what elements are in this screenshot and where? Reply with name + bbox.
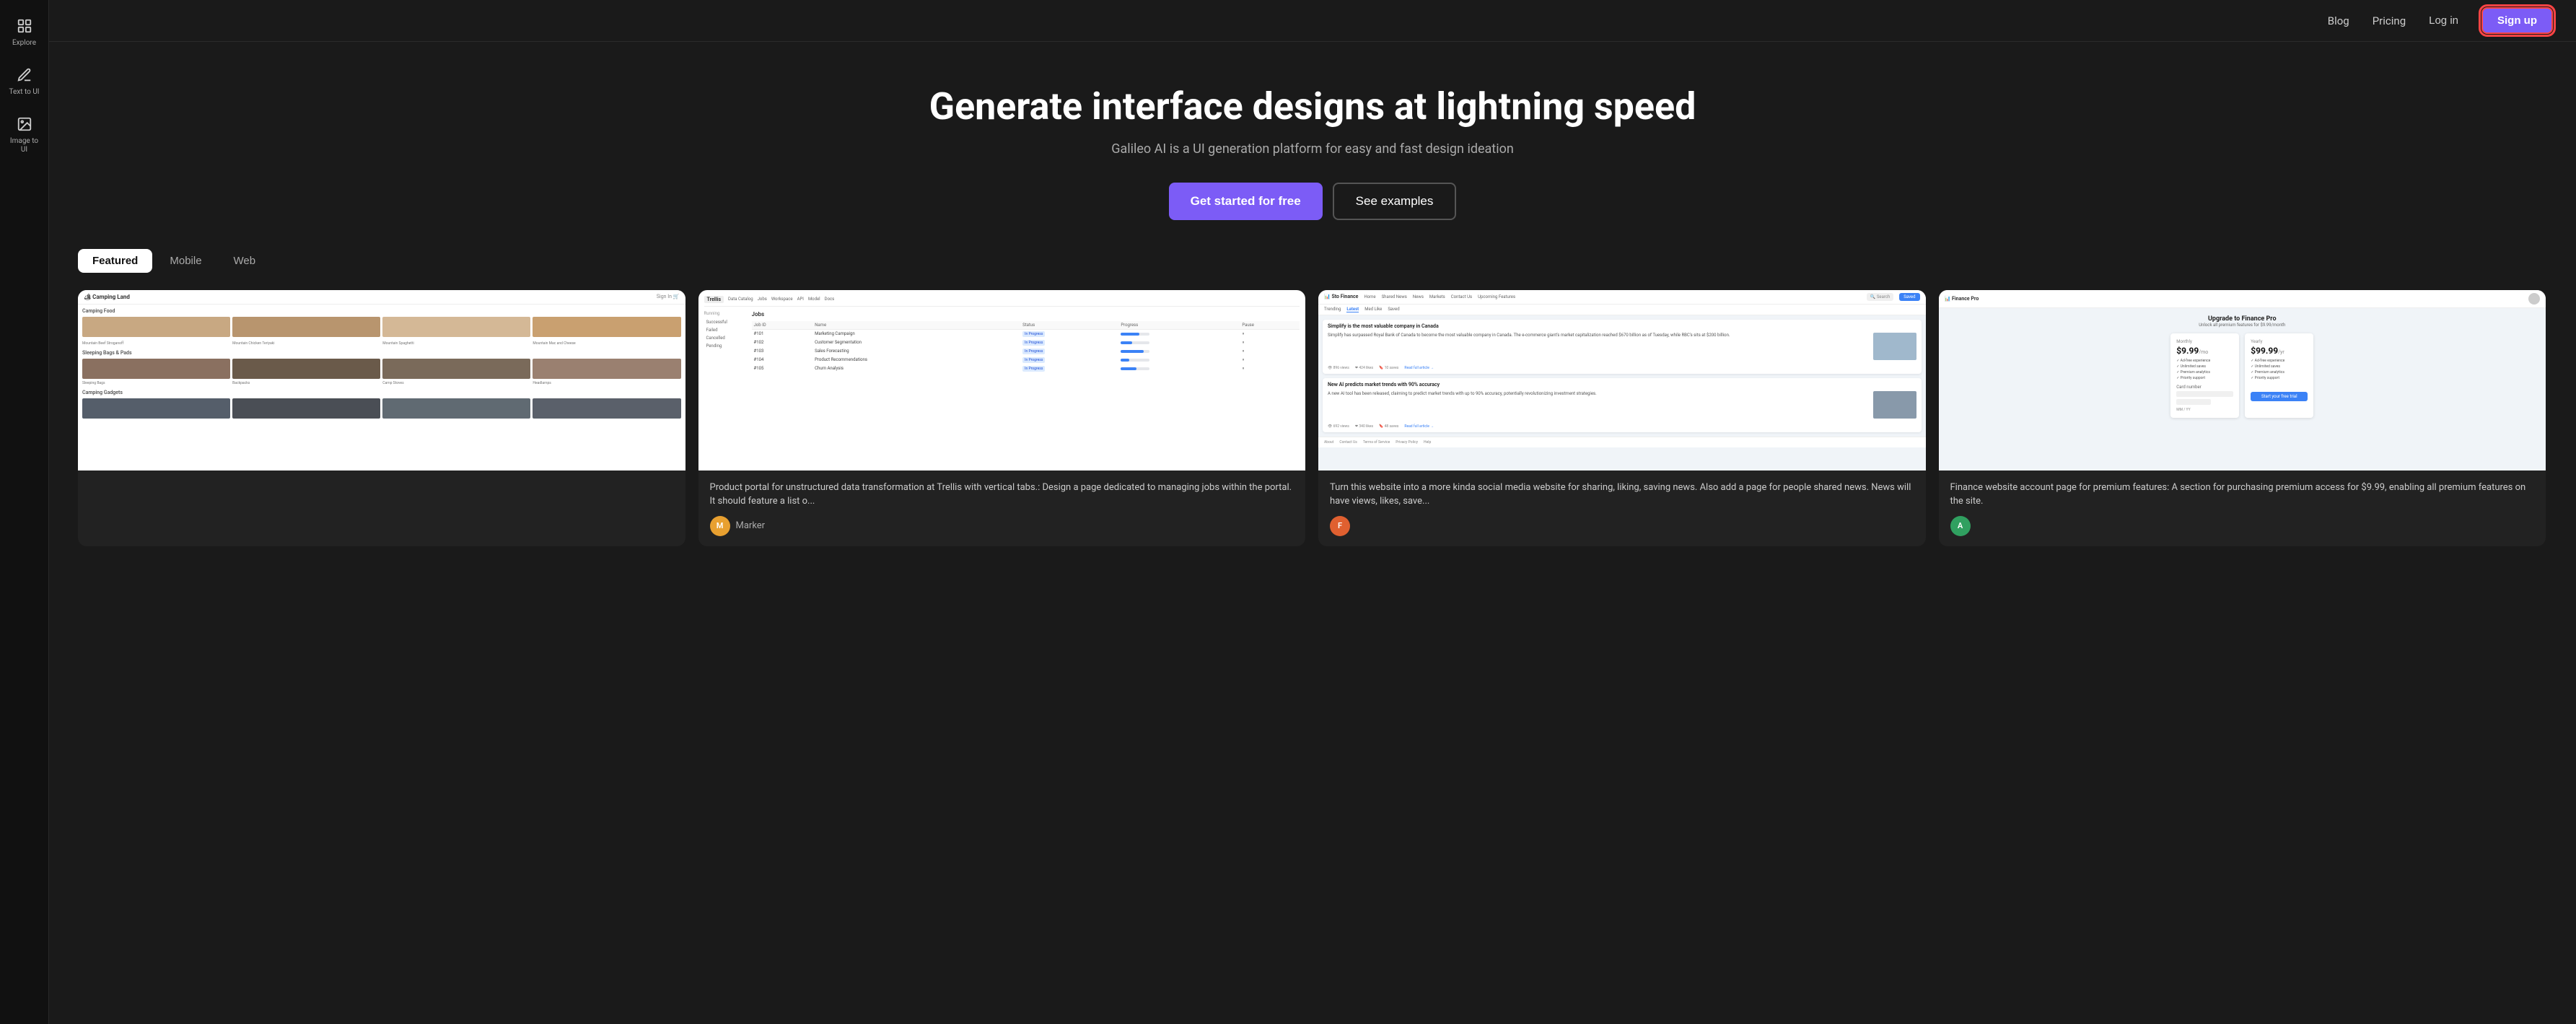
card-preview-jobs: Trellis Data Catalog Jobs Workspace API … — [698, 290, 1306, 471]
tab-web[interactable]: Web — [219, 249, 271, 273]
tab-featured[interactable]: Featured — [78, 249, 152, 273]
sidebar: Explore Text to UI Image to UI — [0, 0, 49, 1024]
card-finance-pro-desc: Finance website account page for premium… — [1950, 481, 2535, 509]
main-content: Generate interface designs at lightning … — [49, 0, 2576, 575]
cards-grid: 🏕 Camping Land Sign In 🛒 Camping Food Mo… — [49, 290, 2576, 575]
sidebar-item-image-to-ui-label: Image to UI — [7, 137, 42, 154]
sidebar-item-text-to-ui-label: Text to UI — [9, 88, 39, 97]
explore-icon — [14, 16, 35, 36]
card-jobs-desc: Product portal for unstructured data tra… — [710, 481, 1294, 509]
sidebar-item-image-to-ui[interactable]: Image to UI — [3, 107, 46, 162]
hero-title: Generate interface designs at lightning … — [78, 85, 2547, 128]
card-jobs[interactable]: Trellis Data Catalog Jobs Workspace API … — [698, 290, 1306, 546]
card-finance-news-avatar: F — [1330, 516, 1350, 536]
card-preview-finance-pro: 📊 Finance Pro Upgrade to Finance Pro Unl… — [1939, 290, 2546, 471]
card-finance-news-desc: Turn this website into a more kinda soci… — [1330, 481, 1914, 509]
sidebar-item-text-to-ui[interactable]: Text to UI — [3, 58, 46, 104]
tab-mobile[interactable]: Mobile — [155, 249, 216, 273]
card-preview-camping: 🏕 Camping Land Sign In 🛒 Camping Food Mo… — [78, 290, 685, 471]
pricing-link[interactable]: Pricing — [2373, 14, 2406, 27]
card-finance-pro-avatar: A — [1950, 516, 1971, 536]
card-camping[interactable]: 🏕 Camping Land Sign In 🛒 Camping Food Mo… — [78, 290, 685, 546]
card-jobs-body: Product portal for unstructured data tra… — [698, 471, 1306, 546]
signup-button[interactable]: Sign up — [2481, 7, 2553, 34]
topnav: Blog Pricing Log in Sign up — [49, 0, 2576, 42]
sidebar-item-explore[interactable]: Explore — [3, 9, 46, 55]
card-finance-news-author: F — [1330, 516, 1914, 536]
hero-buttons: Get started for free See examples — [78, 183, 2547, 220]
card-finance-news[interactable]: 📊 Sto Finance Home Shared News News Mark… — [1318, 290, 1926, 546]
blog-link[interactable]: Blog — [2328, 14, 2349, 27]
card-jobs-author-name: Marker — [736, 520, 766, 531]
login-button[interactable]: Log in — [2429, 14, 2458, 27]
hero-section: Generate interface designs at lightning … — [49, 42, 2576, 249]
card-camping-body — [78, 471, 685, 491]
card-finance-pro[interactable]: 📊 Finance Pro Upgrade to Finance Pro Unl… — [1939, 290, 2546, 546]
text-to-ui-icon — [14, 65, 35, 85]
card-jobs-avatar: M — [710, 516, 730, 536]
see-examples-button[interactable]: See examples — [1333, 183, 1457, 220]
card-finance-news-body: Turn this website into a more kinda soci… — [1318, 471, 1926, 546]
image-to-ui-icon — [14, 114, 35, 134]
sidebar-item-explore-label: Explore — [12, 39, 36, 48]
card-preview-finance-news: 📊 Sto Finance Home Shared News News Mark… — [1318, 290, 1926, 471]
tabs-row: Featured Mobile Web — [49, 249, 2576, 273]
card-finance-pro-author: A — [1950, 516, 2535, 536]
hero-subtitle: Galileo AI is a UI generation platform f… — [78, 141, 2547, 157]
card-jobs-author: M Marker — [710, 516, 1294, 536]
card-finance-pro-body: Finance website account page for premium… — [1939, 471, 2546, 546]
get-started-button[interactable]: Get started for free — [1169, 183, 1323, 220]
